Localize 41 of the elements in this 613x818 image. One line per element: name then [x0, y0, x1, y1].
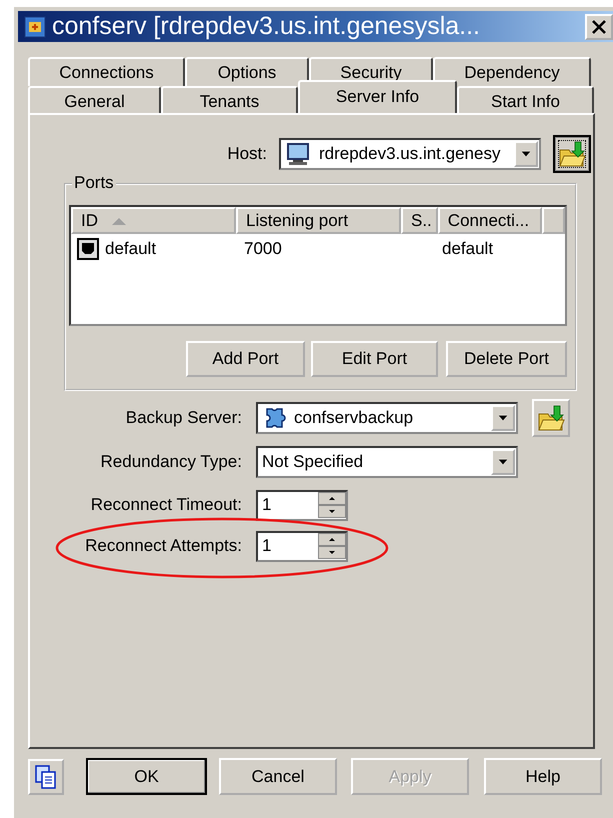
tab[interactable]: General: [28, 86, 161, 115]
field-label: Reconnect Timeout:: [90, 495, 242, 515]
host-combo[interactable]: rdrepdev3.us.int.genesy: [279, 138, 541, 170]
tab[interactable]: Start Info: [457, 86, 594, 115]
window-title: confserv [rdrepdev3.us.int.genesysla...: [52, 12, 482, 41]
tab[interactable]: Connections: [28, 57, 185, 86]
monitor-icon: [285, 142, 311, 166]
tab[interactable]: Server Info: [298, 80, 457, 113]
port-button[interactable]: Edit Port: [311, 341, 438, 377]
field-label: Host:: [227, 144, 267, 164]
dropdown[interactable]: Not Specified: [256, 446, 518, 478]
folder-icon: [557, 140, 587, 168]
port-button[interactable]: Add Port: [186, 341, 305, 377]
spin-field[interactable]: 1: [256, 530, 348, 562]
dropdown[interactable]: confservbackup: [256, 402, 518, 434]
port-button[interactable]: Delete Port: [446, 341, 567, 377]
field-label: Backup Server:: [124, 408, 242, 428]
sort-arrow-icon: [112, 216, 126, 224]
dialog-button[interactable]: OK: [86, 758, 207, 795]
dialog-button[interactable]: Help: [484, 758, 602, 795]
column-header[interactable]: ID: [71, 207, 236, 234]
app-icon: [22, 14, 48, 40]
column-header[interactable]: S..: [401, 207, 438, 234]
folder-icon: [536, 404, 566, 432]
spin-arrows-icon: [318, 533, 346, 559]
dialog-button[interactable]: Cancel: [219, 758, 337, 795]
close-button[interactable]: [585, 14, 613, 40]
copy-icon: [34, 764, 58, 790]
copy-button[interactable]: [28, 758, 64, 794]
column-header[interactable]: Listening port: [236, 207, 401, 234]
port-icon: [77, 238, 99, 260]
browse-button[interactable]: [553, 135, 591, 173]
close-icon: [591, 18, 607, 34]
table-cell: default: [442, 239, 494, 259]
column-header[interactable]: Connecti...: [438, 207, 542, 234]
spin-arrows-icon: [318, 492, 346, 518]
spin-field[interactable]: 1: [256, 490, 348, 520]
field-label: Redundancy Type:: [100, 452, 242, 472]
table-cell: default: [105, 239, 156, 259]
table-cell: 7000: [244, 239, 282, 259]
field-label: Reconnect Attempts:: [84, 536, 242, 556]
